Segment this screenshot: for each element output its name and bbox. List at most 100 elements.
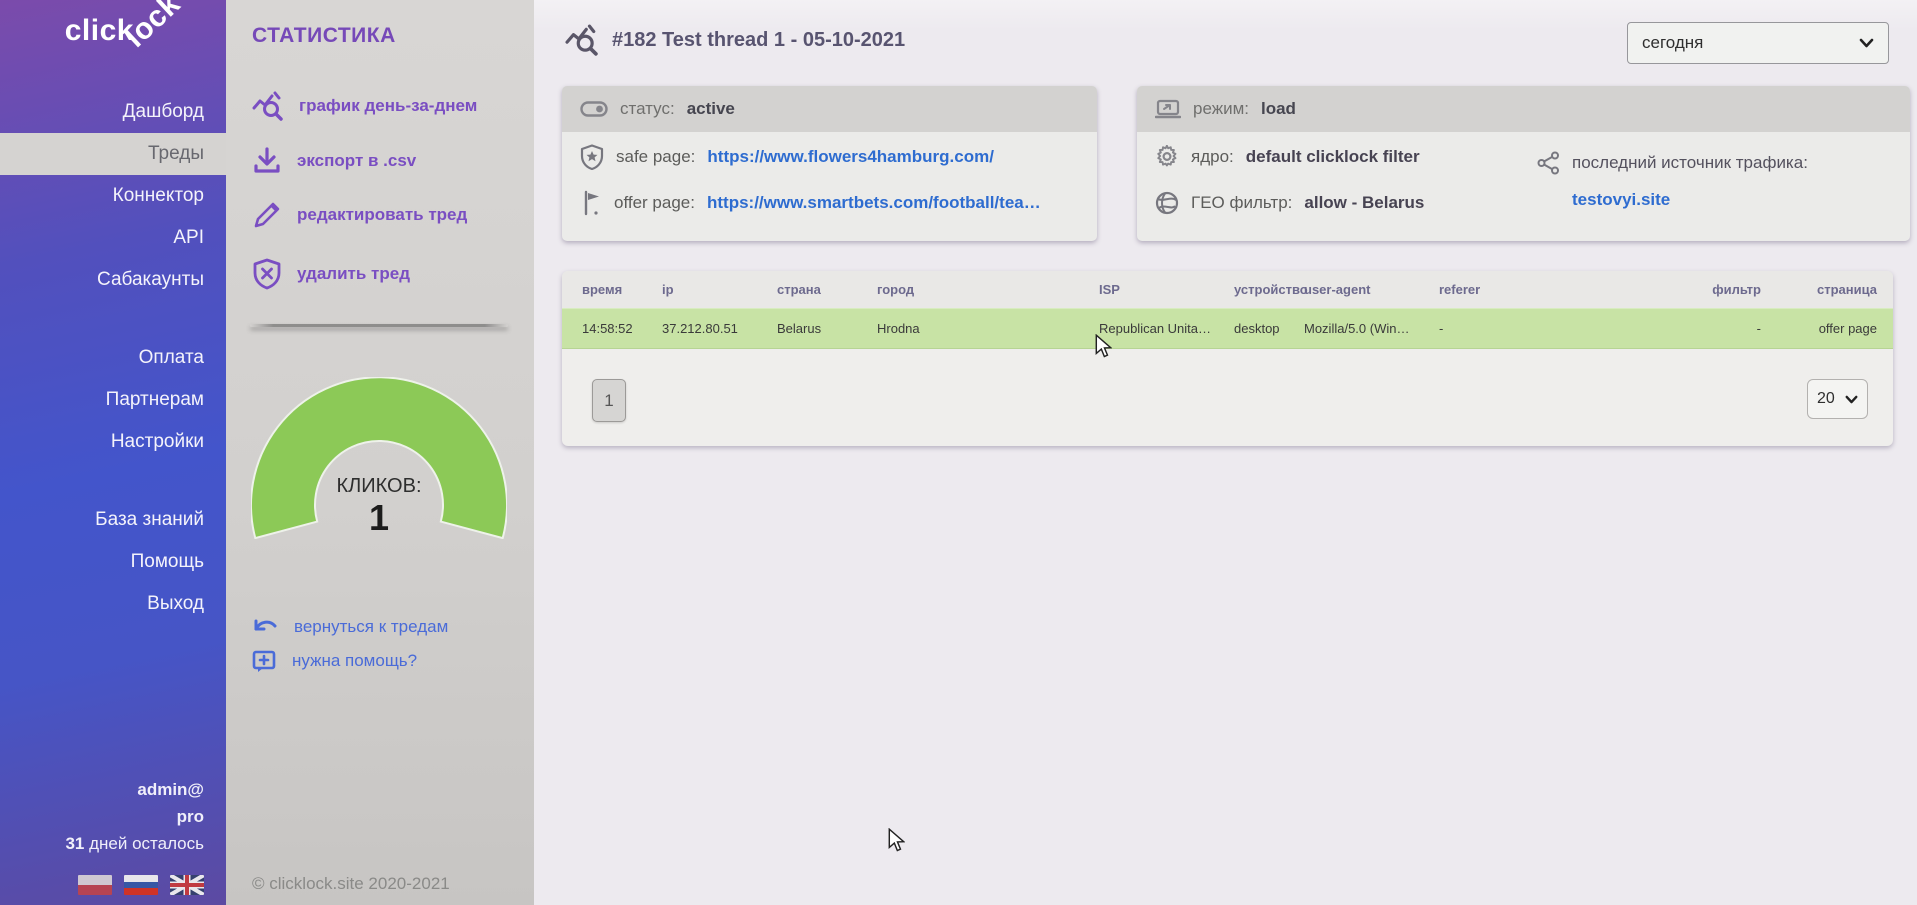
sidebar-item-payment[interactable]: Оплата	[0, 337, 226, 379]
clicks-table: время ip страна город ISP устройство use…	[562, 271, 1893, 349]
sidebar-item-logout[interactable]: Выход	[0, 583, 226, 625]
shield-x-icon	[252, 258, 282, 290]
mode-card-header: режим: load	[1137, 86, 1910, 132]
gear-icon	[1155, 145, 1179, 169]
cell-page: offer page	[1761, 308, 1893, 348]
clicks-gauge: КЛИКОВ: 1	[251, 377, 507, 539]
chevron-down-icon	[1845, 395, 1858, 404]
sidebar: clicklock Дашборд Треды Коннектор API Са…	[0, 0, 226, 905]
sidebar-item-partners[interactable]: Партнерам	[0, 379, 226, 421]
flag-icon	[580, 190, 602, 216]
cell-referer: -	[1439, 308, 1701, 348]
period-select[interactable]: сегодня	[1627, 22, 1889, 64]
safe-page-label: safe page:	[616, 147, 695, 167]
cell-device: desktop	[1234, 308, 1304, 348]
clicks-table-card: время ip страна город ISP устройство use…	[562, 271, 1893, 446]
table-header-row: время ip страна город ISP устройство use…	[562, 271, 1893, 308]
col-city: город	[877, 271, 1099, 308]
menu-item-delete-thread[interactable]: удалить тред	[252, 252, 410, 296]
sidebar-item-knowledge-base[interactable]: База знаний	[0, 499, 226, 541]
geo-filter-value: allow - Belarus	[1304, 193, 1424, 213]
page-header: #182 Test thread 1 - 05-10-2021	[564, 24, 905, 56]
cell-ip: 37.212.80.51	[662, 308, 777, 348]
safe-page-link[interactable]: https://www.flowers4hamburg.com/	[707, 147, 994, 167]
laptop-share-icon	[1155, 99, 1181, 119]
menu-item-edit-thread[interactable]: редактировать тред	[252, 193, 467, 237]
status-value: active	[687, 99, 735, 119]
sidebar-item-subaccounts[interactable]: Сабакаунты	[0, 259, 226, 301]
col-isp: ISP	[1099, 271, 1234, 308]
menu-item-label: экспорт в .csv	[297, 151, 416, 171]
undo-icon	[252, 617, 278, 637]
col-ip: ip	[662, 271, 777, 308]
sidebar-item-dashboard[interactable]: Дашборд	[0, 91, 226, 133]
back-to-threads-link[interactable]: вернуться к тредам	[252, 612, 448, 642]
table-row[interactable]: 14:58:52 37.212.80.51 Belarus Hrodna Rep…	[562, 308, 1893, 348]
status-card: статус: active safe page: https://www.fl…	[562, 86, 1097, 241]
cell-filter: -	[1701, 308, 1761, 348]
chart-zoom-icon	[564, 24, 600, 56]
toggle-icon	[580, 101, 608, 117]
share-icon	[1537, 151, 1560, 175]
cell-time: 14:58:52	[562, 308, 662, 348]
cell-user-agent: Mozilla/5.0 (Win…	[1304, 308, 1439, 348]
last-source-link[interactable]: testovyi.site	[1572, 190, 1808, 210]
page-1-button[interactable]: 1	[592, 379, 626, 422]
account-days-left: 31 дней осталось	[0, 830, 204, 857]
message-plus-icon	[252, 649, 276, 673]
sidebar-nav: Дашборд Треды Коннектор API Сабакаунты О…	[0, 91, 226, 625]
sidebar-account: admin@ pro 31 дней осталось	[0, 776, 226, 905]
mode-value: load	[1261, 99, 1296, 119]
menu-item-label: удалить тред	[297, 264, 410, 284]
poland-flag-icon[interactable]	[78, 875, 112, 895]
stats-panel: СТАТИСТИКА график день-за-днем экспорт в…	[226, 0, 534, 905]
chevron-down-icon	[1859, 38, 1874, 48]
need-help-link[interactable]: нужна помощь?	[252, 646, 417, 676]
pencil-icon	[252, 200, 282, 230]
panel-divider	[250, 324, 508, 327]
main-content: #182 Test thread 1 - 05-10-2021 сегодня …	[534, 0, 1917, 905]
chart-zoom-icon	[252, 91, 284, 121]
account-plan: pro	[0, 803, 204, 830]
sidebar-item-api[interactable]: API	[0, 217, 226, 259]
last-source-label: последний источник трафика:	[1572, 153, 1808, 173]
account-email: admin@	[0, 776, 204, 803]
page-size-select[interactable]: 20	[1807, 379, 1868, 419]
globe-icon	[1155, 191, 1179, 215]
help-link-label: нужна помощь?	[292, 651, 417, 671]
mouse-cursor	[888, 828, 905, 852]
offer-page-label: offer page:	[614, 193, 695, 213]
col-filter: фильтр	[1701, 271, 1761, 308]
language-flags	[0, 875, 204, 895]
sidebar-item-threads[interactable]: Треды	[0, 133, 226, 175]
offer-page-link[interactable]: https://www.smartbets.com/football/tea…	[707, 193, 1041, 213]
menu-item-label: график день-за-днем	[299, 96, 477, 116]
stats-panel-title: СТАТИСТИКА	[252, 24, 396, 48]
uk-flag-icon[interactable]	[170, 875, 204, 895]
page-size-value: 20	[1817, 390, 1835, 408]
menu-item-day-by-day-chart[interactable]: график день-за-днем	[252, 84, 477, 128]
status-card-header: статус: active	[562, 86, 1097, 132]
gauge-value: 1	[251, 497, 507, 539]
cell-city: Hrodna	[877, 308, 1099, 348]
help-link-label: вернуться к тредам	[294, 617, 448, 637]
offer-page-row: offer page: https://www.smartbets.com/fo…	[562, 182, 1097, 224]
download-icon	[252, 146, 282, 176]
cell-country: Belarus	[777, 308, 877, 348]
last-traffic-source: последний источник трафика: testovyi.sit…	[1537, 142, 1808, 210]
shield-star-icon	[580, 144, 604, 170]
col-time: время	[562, 271, 662, 308]
col-user-agent: user-agent	[1304, 271, 1439, 308]
sidebar-item-help[interactable]: Помощь	[0, 541, 226, 583]
gauge-label: КЛИКОВ:	[251, 475, 507, 498]
clicklock-logo[interactable]: clicklock	[0, 0, 226, 84]
page-title: #182 Test thread 1 - 05-10-2021	[612, 29, 905, 52]
core-value: default clicklock filter	[1246, 147, 1420, 167]
russia-flag-icon[interactable]	[124, 875, 158, 895]
menu-item-export-csv[interactable]: экспорт в .csv	[252, 139, 416, 183]
menu-item-label: редактировать тред	[297, 205, 467, 225]
core-label: ядро:	[1191, 147, 1234, 167]
sidebar-item-settings[interactable]: Настройки	[0, 421, 226, 463]
col-country: страна	[777, 271, 877, 308]
sidebar-item-connector[interactable]: Коннектор	[0, 175, 226, 217]
